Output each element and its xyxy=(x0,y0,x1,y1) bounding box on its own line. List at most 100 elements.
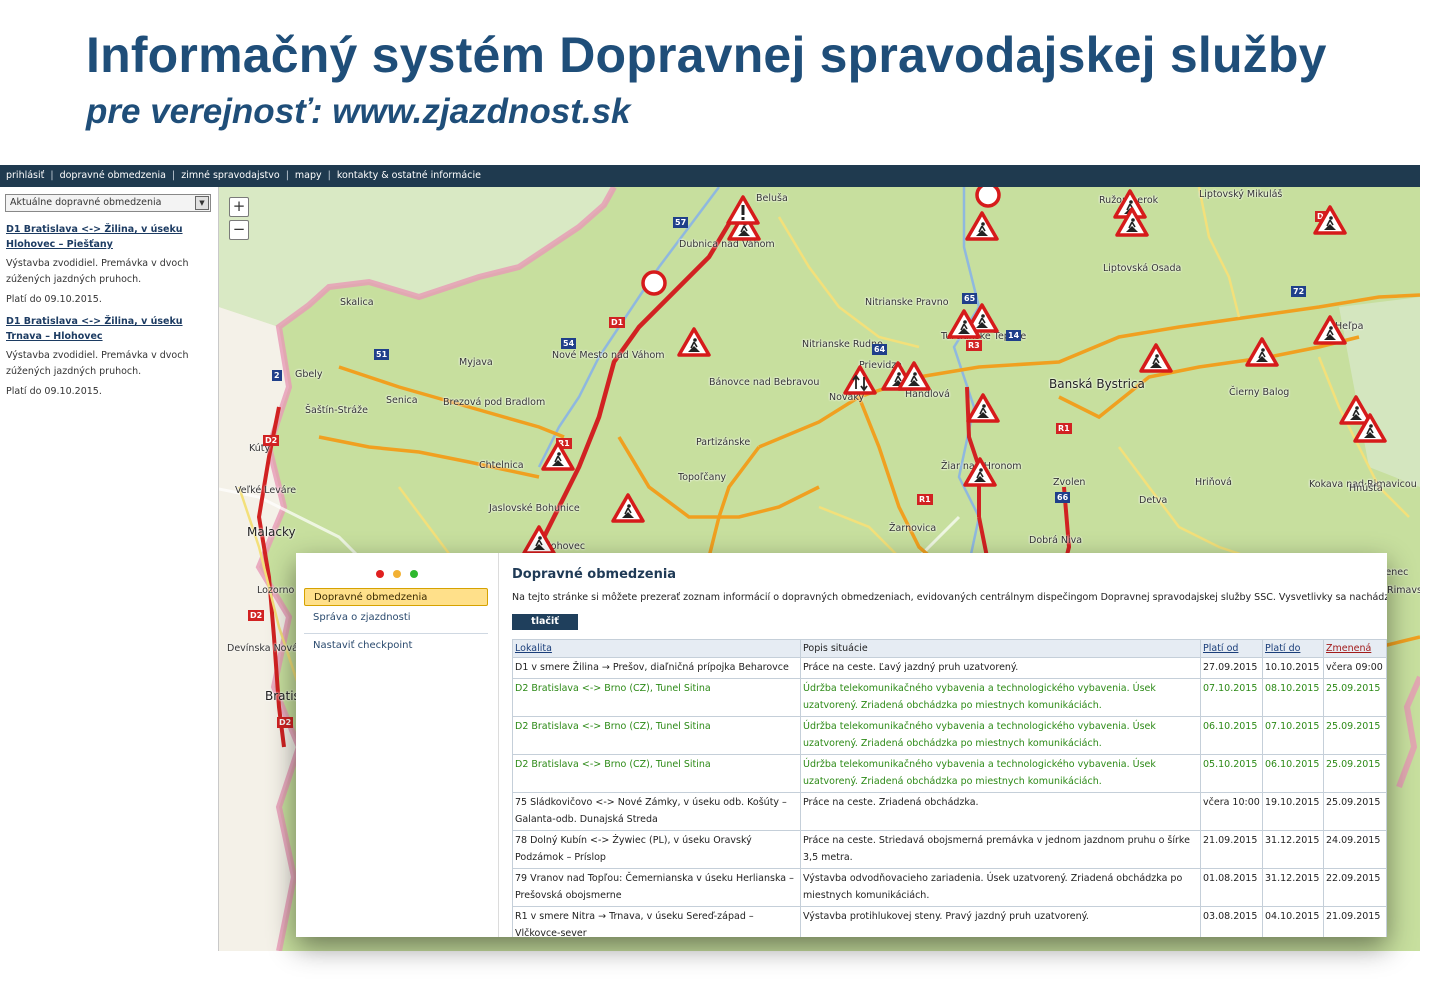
place-label: Gbely xyxy=(295,369,323,380)
roadwork-icon[interactable] xyxy=(1313,205,1347,235)
place-label: Senica xyxy=(386,395,418,406)
roadwork-icon[interactable] xyxy=(611,493,645,523)
window-dot-green[interactable] xyxy=(410,570,418,578)
roadwork-icon[interactable] xyxy=(1139,343,1173,373)
table-row[interactable]: D1 v smere Žilina → Prešov, diaľničná pr… xyxy=(512,657,1387,679)
cell-location: D2 Bratislava <-> Brno (CZ), Tunel Sitin… xyxy=(512,754,801,793)
place-label: Nitrianske Pravno xyxy=(865,297,949,308)
nav-item-set-checkpoint[interactable]: Nastaviť checkpoint xyxy=(304,637,488,655)
nav-login[interactable]: prihlásiť xyxy=(6,170,44,181)
warning-icon[interactable] xyxy=(726,195,760,225)
place-label: Skalica xyxy=(340,297,374,308)
column-label: Popis situácie xyxy=(803,643,868,654)
top-nav: prihlásiť | dopravné obmedzenia | zimné spra… xyxy=(0,165,1420,187)
roadwork-icon[interactable] xyxy=(677,327,711,357)
two-way-traffic-icon[interactable] xyxy=(843,365,877,395)
place-label: Nové Mesto nad Váhom xyxy=(552,350,665,361)
zoom-out-button[interactable]: − xyxy=(229,220,249,240)
window-main: Dopravné obmedzenia Na tejto stránke si … xyxy=(512,553,1387,937)
nav-divider xyxy=(304,633,488,634)
roadwork-icon[interactable] xyxy=(965,211,999,241)
restriction-title-link[interactable]: D1 Bratislava <-> Žilina, v úseku Hlohov… xyxy=(6,222,212,252)
sort-link[interactable]: Platí od xyxy=(1203,643,1238,654)
print-button[interactable]: tlačiť xyxy=(512,614,578,630)
restriction-title-link[interactable]: D1 Bratislava <-> Žilina, v úseku Trnava… xyxy=(6,314,212,344)
place-label: Rimavská Sobota xyxy=(1387,585,1420,596)
table-row[interactable]: D2 Bratislava <-> Brno (CZ), Tunel Sitin… xyxy=(512,754,1387,793)
nav-contacts[interactable]: kontakty & ostatné informácie xyxy=(337,170,481,181)
road-shield: D2 xyxy=(277,717,294,728)
select-value: Aktuálne dopravné obmedzenia xyxy=(10,197,162,208)
table-row[interactable]: D2 Bratislava <-> Brno (CZ), Tunel Sitin… xyxy=(512,678,1387,717)
closure-icon[interactable] xyxy=(974,187,1002,209)
nav-separator: | xyxy=(171,170,176,181)
restriction-description: Výstavba zvodidiel. Premávka v dvoch zúž… xyxy=(6,350,189,377)
table-row[interactable]: R1 v smere Nitra → Trnava, v úseku Sereď… xyxy=(512,906,1387,937)
cell-changed: 21.09.2015 xyxy=(1323,906,1387,937)
road-shield: 64 xyxy=(872,344,888,355)
road-shield: D1 xyxy=(609,317,626,328)
sort-link[interactable]: Platí do xyxy=(1265,643,1300,654)
cell-valid-from: 01.08.2015 xyxy=(1200,868,1263,907)
sort-link[interactable]: Zmenená xyxy=(1326,643,1371,654)
roadwork-icon[interactable] xyxy=(1115,207,1149,237)
roadwork-icon[interactable] xyxy=(966,393,1000,423)
roadwork-icon[interactable] xyxy=(1245,337,1279,367)
cell-valid-to: 10.10.2015 xyxy=(1262,657,1324,679)
roadwork-icon[interactable] xyxy=(897,361,931,391)
road-shield: 14 xyxy=(1006,330,1022,341)
column-header-valid-from[interactable]: Platí od xyxy=(1200,639,1263,658)
road-shield: D2 xyxy=(263,435,280,446)
place-label: Hriňová xyxy=(1195,477,1232,488)
cell-valid-to: 08.10.2015 xyxy=(1262,678,1324,717)
place-label: Hnúšťa xyxy=(1349,483,1383,494)
place-label: Žarnovica xyxy=(889,523,937,534)
cell-valid-to: 07.10.2015 xyxy=(1262,716,1324,755)
table-row[interactable]: 79 Vranov nad Topľou: Čemernianska v úse… xyxy=(512,868,1387,907)
roadwork-icon[interactable] xyxy=(963,457,997,487)
roadwork-icon[interactable] xyxy=(1353,413,1387,443)
restriction-type-select[interactable]: Aktuálne dopravné obmedzenia ▼ xyxy=(5,194,211,212)
slide-subtitle: pre verejnosť: www.zjazdnost.sk xyxy=(86,92,631,131)
column-header-location[interactable]: Lokalita xyxy=(512,639,801,658)
roadwork-icon[interactable] xyxy=(947,309,981,339)
table-row[interactable]: 78 Dolný Kubín <-> Żywiec (PL), v úseku … xyxy=(512,830,1387,869)
sort-link[interactable]: Lokalita xyxy=(515,643,552,654)
cell-description: Práce na ceste. Zriadená obchádzka. xyxy=(800,792,1201,831)
road-shield: R1 xyxy=(917,494,933,505)
window-dot-yellow[interactable] xyxy=(393,570,401,578)
road-shield: 66 xyxy=(1055,492,1071,503)
column-header-valid-to[interactable]: Platí do xyxy=(1262,639,1324,658)
roadwork-icon[interactable] xyxy=(541,441,575,471)
window-sidebar: Dopravné obmedzenia Správa o zjazdnosti … xyxy=(296,553,499,937)
nav-item-traffic-restrictions[interactable]: Dopravné obmedzenia xyxy=(304,588,488,606)
table-header-row: Lokalita Popis situácie Platí od Platí d… xyxy=(512,639,1387,658)
table-row[interactable]: D2 Bratislava <-> Brno (CZ), Tunel Sitin… xyxy=(512,716,1387,755)
table-row[interactable]: 75 Sládkovičovo <-> Nové Zámky, v úseku … xyxy=(512,792,1387,831)
cell-description: Údržba telekomunikačného vybavenia a tec… xyxy=(800,716,1201,755)
slide-title: Informačný systém Dopravnej spravodajske… xyxy=(86,27,1327,83)
cell-changed: 24.09.2015 xyxy=(1323,830,1387,869)
cell-valid-from: 21.09.2015 xyxy=(1200,830,1263,869)
zoom-in-button[interactable]: + xyxy=(229,197,249,217)
roadwork-icon[interactable] xyxy=(522,525,556,555)
place-label: Myjava xyxy=(459,357,493,368)
closure-icon[interactable] xyxy=(640,269,668,297)
cell-description: Údržba telekomunikačného vybavenia a tec… xyxy=(800,678,1201,717)
restriction-item: D1 Bratislava <-> Žilina, v úseku Trnava… xyxy=(6,314,212,400)
nav-traffic-restrictions[interactable]: dopravné obmedzenia xyxy=(60,170,166,181)
nav-maps[interactable]: mapy xyxy=(295,170,322,181)
place-label: Malacky xyxy=(247,525,296,539)
cell-description: Výstavba odvodňovacieho zariadenia. Úsek… xyxy=(800,868,1201,907)
window-dot-red[interactable] xyxy=(376,570,384,578)
place-label: Liptovský Mikuláš xyxy=(1199,189,1283,200)
nav-item-road-condition-report[interactable]: Správa o zjazdnosti xyxy=(304,609,488,627)
cell-location: 79 Vranov nad Topľou: Čemernianska v úse… xyxy=(512,868,801,907)
place-label: Dobrá Niva xyxy=(1029,535,1083,546)
column-header-changed[interactable]: Zmenená xyxy=(1323,639,1387,658)
chevron-down-icon[interactable]: ▼ xyxy=(195,196,209,210)
cell-valid-from: 05.10.2015 xyxy=(1200,754,1263,793)
nav-winter-report[interactable]: zimné spravodajstvo xyxy=(181,170,280,181)
cell-valid-from: 06.10.2015 xyxy=(1200,716,1263,755)
roadwork-icon[interactable] xyxy=(1313,315,1347,345)
